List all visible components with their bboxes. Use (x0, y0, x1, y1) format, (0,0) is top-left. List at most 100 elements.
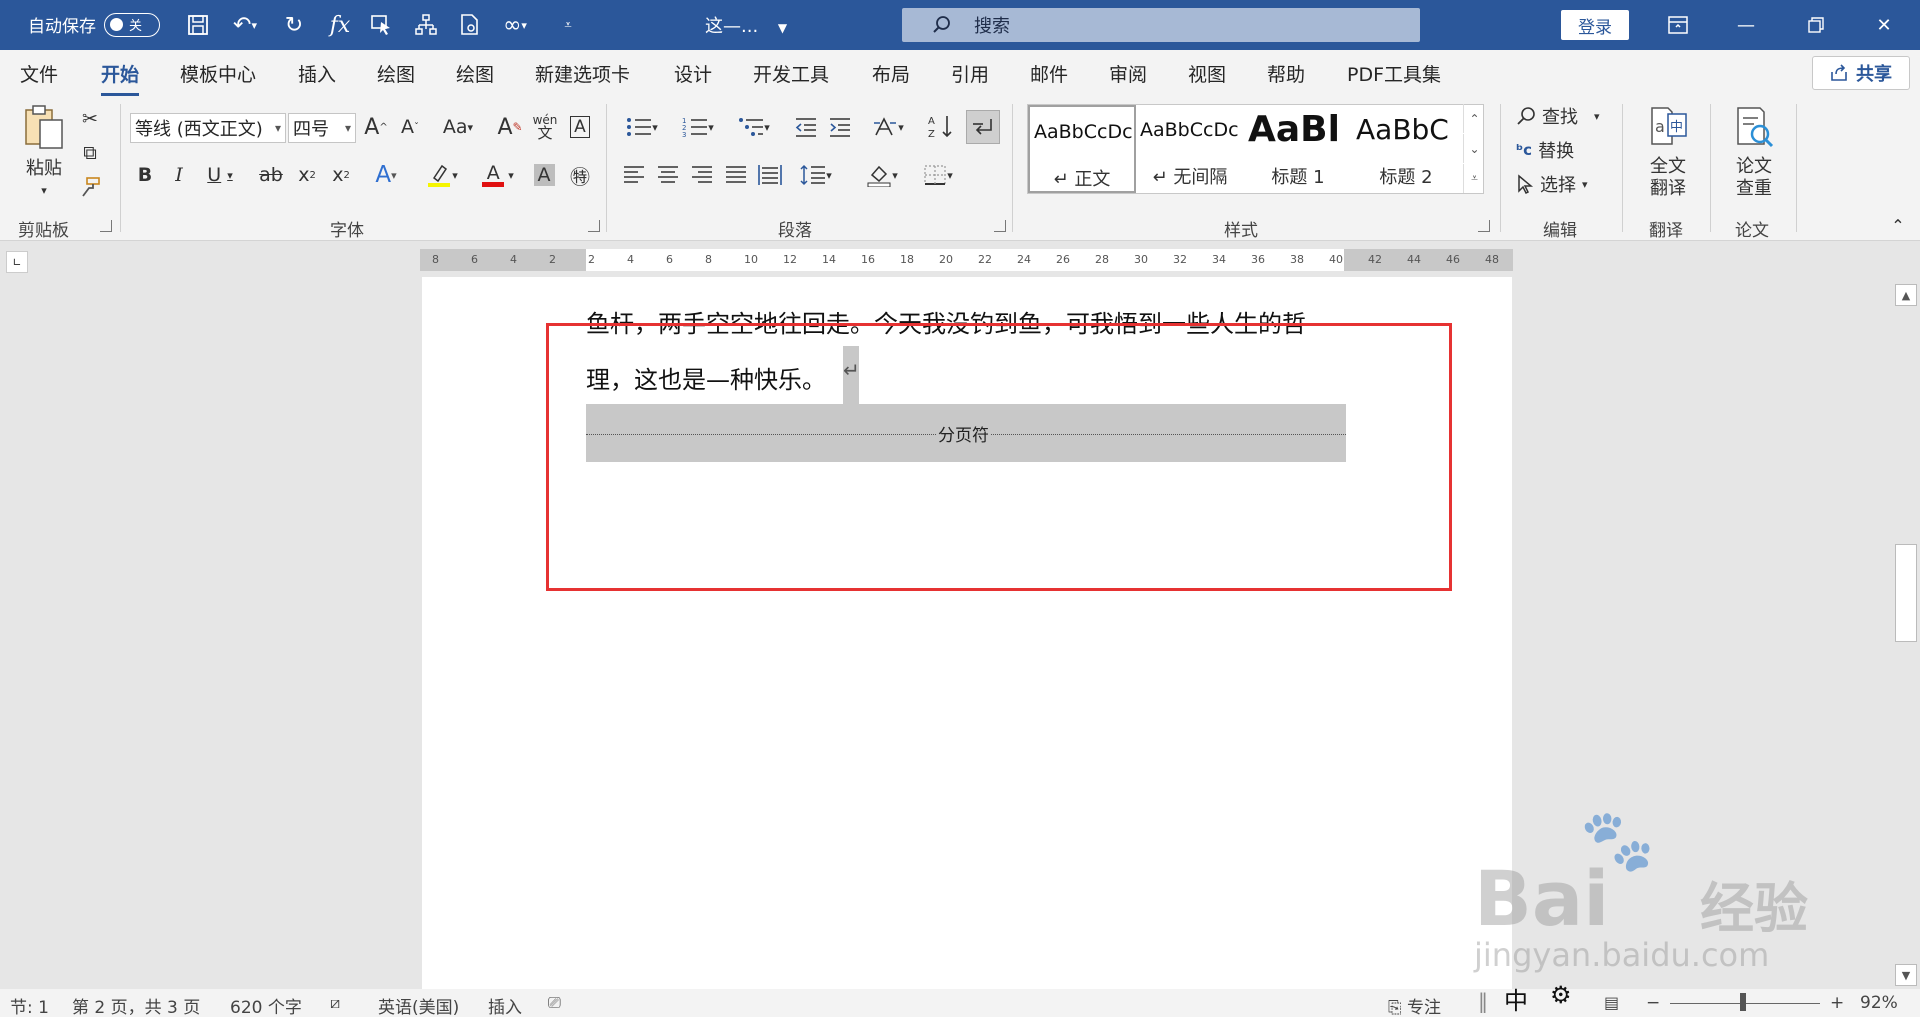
share-button[interactable]: 共享 (1812, 56, 1910, 90)
customize-qat-icon[interactable]: ⩡ (552, 10, 584, 40)
text-effects-icon[interactable]: A ▾ (364, 160, 408, 190)
replace-button[interactable]: ᵇc 替换 (1516, 136, 1606, 164)
styles-scroll-down-icon[interactable]: ⌄ (1463, 134, 1485, 163)
font-color-icon[interactable]: A ▾ (474, 160, 522, 190)
find-button[interactable]: 查找 ▾ (1516, 102, 1606, 130)
scroll-up-icon[interactable]: ▲ (1895, 284, 1917, 306)
ime-mode[interactable]: 中 (1504, 981, 1528, 1017)
macro-record-icon[interactable]: ⎚ (548, 993, 561, 1013)
align-right-icon[interactable] (688, 160, 716, 190)
function-icon[interactable]: fx (324, 10, 356, 40)
select-cursor-icon[interactable] (366, 10, 398, 40)
font-name-combo[interactable]: 等线 (西文正文) ▾ (130, 113, 286, 143)
focus-mode[interactable]: ⎘ 专注 (1388, 993, 1441, 1017)
character-border-icon[interactable]: A (566, 112, 594, 142)
proofing-icon[interactable]: ⧄ (330, 993, 340, 1013)
tab-template-center[interactable]: 模板中心 (180, 60, 256, 87)
tab-mailings[interactable]: 邮件 (1030, 60, 1068, 87)
line-spacing-icon[interactable]: ▾ (792, 160, 840, 190)
print-preview-icon[interactable] (454, 10, 486, 40)
autosave[interactable]: 自动保存 关 (28, 12, 160, 37)
zoom-slider-thumb[interactable] (1740, 993, 1746, 1011)
ribbon-display-icon[interactable] (1658, 8, 1698, 42)
shading-icon[interactable]: ▾ (858, 160, 906, 190)
tab-layout[interactable]: 布局 (872, 60, 910, 87)
search-box[interactable]: 搜索 (902, 8, 1420, 42)
enclose-characters-icon[interactable]: ㊕ (566, 160, 594, 190)
subscript-icon[interactable]: x2 (294, 160, 320, 190)
full-text-translate-button[interactable]: a中 全文 翻译 (1638, 104, 1698, 200)
bullets-icon[interactable]: ▾ (618, 112, 666, 142)
close-icon[interactable]: ✕ (1864, 8, 1904, 42)
status-section[interactable]: 节: 1 (10, 993, 49, 1017)
text-direction-icon[interactable]: ▾ (864, 112, 912, 142)
character-shading-icon[interactable]: A (530, 160, 558, 190)
status-word-count[interactable]: 620 个字 (230, 993, 302, 1017)
align-center-icon[interactable] (654, 160, 682, 190)
decrease-indent-icon[interactable] (792, 112, 820, 142)
paste-button[interactable]: 粘贴 ▾ (16, 104, 72, 202)
status-insert-mode[interactable]: 插入 (488, 993, 522, 1017)
zoom-out-button[interactable]: − (1646, 993, 1660, 1013)
underline-icon[interactable]: U ▾ (200, 160, 240, 190)
minimize-icon[interactable]: — (1726, 8, 1766, 42)
cut-icon[interactable]: ✂ (78, 106, 102, 132)
highlight-icon[interactable]: ▾ (418, 160, 466, 190)
paper-check-button[interactable]: 论文 查重 (1724, 104, 1784, 200)
style-heading-2[interactable]: AaBbC 标题 2 (1352, 105, 1460, 193)
link-icon[interactable]: ∞ ▾ (490, 10, 540, 40)
org-chart-icon[interactable] (410, 10, 442, 40)
login-button[interactable]: 登录 (1561, 10, 1629, 40)
tab-developer[interactable]: 开发工具 (753, 60, 829, 87)
scroll-down-icon[interactable]: ▼ (1895, 964, 1917, 986)
status-language[interactable]: 英语(美国) (378, 993, 459, 1017)
borders-icon[interactable]: ▾ (914, 160, 962, 190)
sort-icon[interactable]: AZ (926, 112, 956, 142)
settings-gear-icon[interactable]: ⚙ (1550, 981, 1572, 1017)
grow-font-icon[interactable]: A ^ (362, 112, 390, 142)
format-painter-icon[interactable] (78, 174, 102, 200)
tab-view[interactable]: 视图 (1188, 60, 1226, 87)
font-launcher-icon[interactable] (588, 220, 600, 232)
tab-design[interactable]: 设计 (674, 60, 712, 87)
style-no-spacing[interactable]: AaBbCcDc ↵ 无间隔 (1136, 105, 1244, 193)
tab-draw[interactable]: 绘图 (377, 60, 415, 87)
redo-icon[interactable]: ↻ (278, 10, 310, 40)
bold-icon[interactable]: B (132, 160, 158, 190)
increase-indent-icon[interactable] (826, 112, 854, 142)
tab-references[interactable]: 引用 (951, 60, 989, 87)
restore-icon[interactable] (1796, 8, 1836, 42)
shrink-font-icon[interactable]: Aˇ (396, 112, 424, 142)
styles-scroll-up-icon[interactable]: ⌃ (1463, 104, 1485, 133)
tab-draw-2[interactable]: 绘图 (456, 60, 494, 87)
styles-more-icon[interactable]: ⩡ (1463, 164, 1485, 193)
change-case-icon[interactable]: Aa ▾ (436, 112, 480, 142)
tab-new-tab[interactable]: 新建选项卡 (535, 60, 630, 87)
read-mode-icon[interactable]: ▤ (1604, 993, 1619, 1012)
numbering-icon[interactable]: 1 2 3 ▾ (674, 112, 722, 142)
style-normal[interactable]: AaBbCcDc ↵ 正文 (1028, 105, 1136, 193)
undo-icon[interactable]: ↶ ▾ (224, 10, 266, 40)
show-formatting-marks-icon[interactable] (966, 110, 1000, 144)
clipboard-launcher-icon[interactable] (100, 220, 112, 232)
superscript-icon[interactable]: x2 (328, 160, 354, 190)
strikethrough-icon[interactable]: ab (256, 160, 286, 190)
select-button[interactable]: 选择 ▾ (1516, 170, 1606, 198)
tab-file[interactable]: 文件 (20, 60, 58, 87)
copy-icon[interactable]: ⧉ (78, 140, 102, 166)
vertical-scrollbar[interactable]: ▲ ▼ (1893, 282, 1920, 990)
style-heading-1[interactable]: AaBl 标题 1 (1244, 105, 1352, 193)
zoom-level[interactable]: 92% (1860, 993, 1898, 1013)
tab-selector-icon[interactable]: ∟ (6, 251, 28, 273)
scroll-thumb[interactable] (1895, 544, 1917, 642)
tab-insert[interactable]: 插入 (298, 60, 336, 87)
zoom-in-button[interactable]: + (1830, 993, 1844, 1013)
save-icon[interactable] (182, 10, 214, 40)
tab-help[interactable]: 帮助 (1267, 60, 1305, 87)
status-page[interactable]: 第 2 页，共 3 页 (72, 993, 200, 1017)
styles-launcher-icon[interactable] (1478, 220, 1490, 232)
document-title[interactable]: 这—... ▼ (705, 12, 787, 38)
font-size-combo[interactable]: 四号 ▾ (288, 113, 356, 143)
clear-format-icon[interactable]: A ✎ (496, 112, 524, 142)
tab-home[interactable]: 开始 (101, 60, 140, 96)
